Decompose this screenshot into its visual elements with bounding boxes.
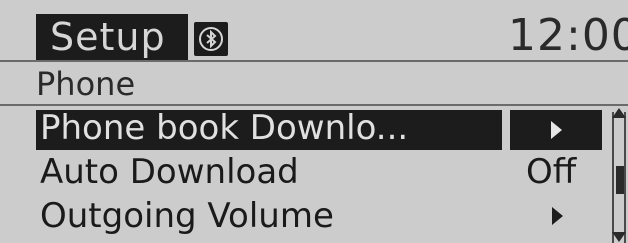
arrow-right-button[interactable] [510,110,602,150]
scroll-thumb[interactable] [616,166,624,194]
arrow-right-icon [550,121,562,139]
subtitle-label: Phone [36,65,136,103]
bluetooth-icon [194,22,228,56]
menu-item-value: Off [526,152,577,192]
clock: 12:00 [508,10,628,61]
menu-item-outgoing-volume[interactable]: Outgoing Volume [36,194,604,238]
scroll-down-icon[interactable] [612,232,626,242]
scroll-up-icon[interactable] [612,108,626,118]
setup-screen: Setup 12:00 Phone Phone book Downlo... A… [0,0,628,243]
screen-title: Setup [36,14,188,60]
section-subtitle: Phone [0,60,628,106]
menu-item-phonebook-download[interactable]: Phone book Downlo... [36,106,604,150]
arrow-right-icon [552,207,563,225]
menu-item-label: Phone book Downlo... [40,108,409,148]
menu-list: Phone book Downlo... Auto Download Off O… [0,106,628,243]
menu-item-label: Auto Download [40,152,299,192]
header-bar: Setup 12:00 [0,0,628,60]
menu-item-label: Outgoing Volume [40,196,334,236]
menu-item-auto-download[interactable]: Auto Download Off [36,150,604,194]
